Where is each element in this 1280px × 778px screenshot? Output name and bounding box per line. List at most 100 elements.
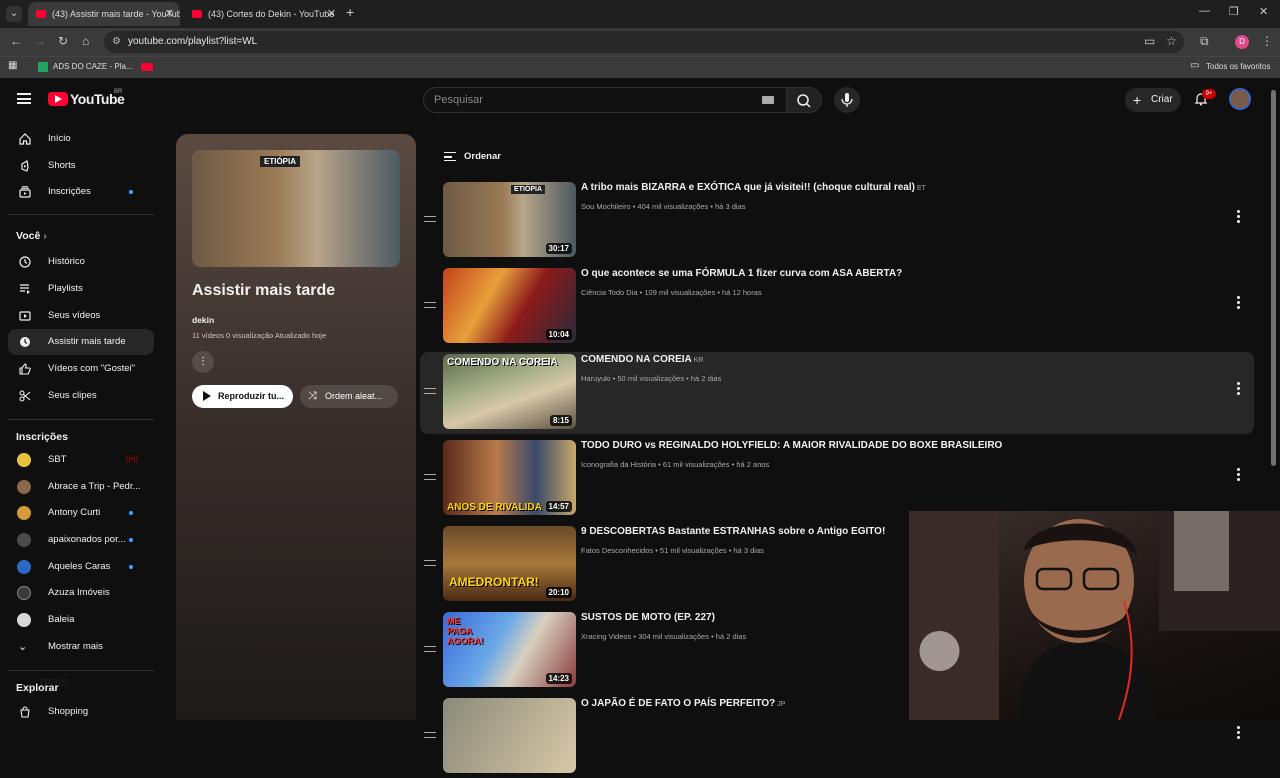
playlist-thumbnail[interactable]: ETIÓPIA bbox=[192, 150, 400, 267]
reload-icon[interactable]: ↻ bbox=[58, 34, 68, 48]
sidebar-item-shorts[interactable]: Shorts bbox=[8, 153, 154, 179]
video-thumbnail[interactable]: ANOS DE RIVALIDA 14:57 bbox=[443, 440, 576, 515]
voice-search-button[interactable] bbox=[834, 87, 860, 113]
drag-handle-icon[interactable] bbox=[424, 216, 436, 222]
close-tab-icon[interactable]: ✕ bbox=[327, 2, 336, 26]
sidebar-sub-abrace-a-trip[interactable]: Abrace a Trip - Pedr... bbox=[8, 474, 154, 500]
playlists-icon bbox=[20, 284, 30, 294]
video-thumbnail[interactable]: 10:04 bbox=[443, 268, 576, 343]
video-title-text: A tribo mais BIZARRA e EXÓTICA que já vi… bbox=[581, 182, 915, 193]
new-tab-icon[interactable]: + bbox=[346, 4, 354, 20]
video-row[interactable]: COMENDO NA COREIA 8:15 COMENDO NA COREIA KR… bbox=[420, 352, 1254, 434]
meta-separator: • bbox=[715, 288, 723, 297]
close-window-icon[interactable]: ✕ bbox=[1259, 5, 1268, 18]
all-bookmarks[interactable]: Todos os favoritos bbox=[1206, 62, 1270, 71]
video-thumbnail[interactable]: ME PAGA AGORA! 14:23 bbox=[443, 612, 576, 687]
sidebar-item-playlists[interactable]: Playlists bbox=[8, 276, 154, 302]
drag-handle-icon[interactable] bbox=[424, 732, 436, 738]
sidebar-item-label: Assistir mais tarde bbox=[48, 336, 126, 347]
sidebar-item-home[interactable]: Início bbox=[8, 126, 154, 152]
channel-name[interactable]: Ciência Todo Dia bbox=[581, 288, 638, 297]
cast-icon[interactable]: ▭ bbox=[1144, 34, 1155, 48]
video-title[interactable]: O que acontece se uma FÓRMULA 1 fizer cu… bbox=[581, 268, 904, 279]
video-thumbnail[interactable] bbox=[443, 698, 576, 773]
profile-avatar[interactable]: D bbox=[1235, 35, 1249, 49]
drag-handle-icon[interactable] bbox=[424, 560, 436, 566]
account-avatar[interactable] bbox=[1229, 88, 1251, 110]
video-thumbnail[interactable]: ETIÓPIA 30:17 bbox=[443, 182, 576, 257]
channel-avatar bbox=[17, 506, 31, 520]
more-options-icon[interactable]: ⋮ bbox=[192, 351, 214, 373]
video-title[interactable]: COMENDO NA COREIA KR bbox=[581, 354, 703, 365]
close-tab-icon[interactable]: ✕ bbox=[165, 2, 174, 26]
video-title[interactable]: A tribo mais BIZARRA e EXÓTICA que já vi… bbox=[581, 182, 926, 193]
sidebar-sub-apaixonados[interactable]: apaixonados por... bbox=[8, 527, 154, 553]
bookmark-star-icon[interactable]: ☆ bbox=[1166, 34, 1177, 48]
channel-name[interactable]: Sou Mochileiro bbox=[581, 202, 631, 211]
tab-search-button[interactable]: ⌄ bbox=[6, 6, 22, 22]
drag-handle-icon[interactable] bbox=[424, 388, 436, 394]
video-row[interactable]: ANOS DE RIVALIDA 14:57 TODO DURO vs REGINA… bbox=[420, 438, 1254, 520]
more-actions-icon[interactable] bbox=[1237, 210, 1241, 224]
extensions-icon[interactable]: ⧉ bbox=[1200, 34, 1209, 49]
apps-grid-icon[interactable]: ▦ bbox=[8, 60, 17, 71]
sidebar-show-more[interactable]: ⌄ Mostrar mais bbox=[8, 634, 154, 660]
browser-menu-icon[interactable]: ⋮ bbox=[1261, 34, 1273, 48]
sidebar-item-your-videos[interactable]: Seus vídeos bbox=[8, 303, 154, 329]
channel-name[interactable]: Iconografia da História bbox=[581, 460, 656, 469]
video-thumbnail[interactable]: COMENDO NA COREIA 8:15 bbox=[443, 354, 576, 429]
sidebar-item-subscriptions[interactable]: Inscrições bbox=[8, 179, 154, 205]
video-title[interactable]: O JAPÃO É DE FATO O PAÍS PERFEITO? JP bbox=[581, 698, 785, 709]
sidebar-sub-azuza-imoveis[interactable]: Azuza Imóveis bbox=[8, 580, 154, 606]
search-input[interactable]: Pesquisar bbox=[423, 87, 787, 113]
playlist-owner[interactable]: dekin bbox=[192, 315, 214, 325]
sidebar-item-liked-videos[interactable]: Vídeos com "Gostei" bbox=[8, 356, 154, 382]
search-button[interactable] bbox=[786, 87, 822, 113]
minimize-icon[interactable]: — bbox=[1199, 5, 1210, 17]
site-info-icon[interactable]: ⚙ bbox=[112, 31, 121, 53]
sidebar-sub-aqueles-caras[interactable]: Aqueles Caras bbox=[8, 554, 154, 580]
video-row[interactable]: ETIÓPIA 30:17 A tribo mais BIZARRA e EXÓTI… bbox=[420, 180, 1254, 262]
youtube-logo-icon[interactable] bbox=[48, 92, 68, 106]
sidebar-header-you[interactable]: Você › bbox=[16, 230, 47, 242]
more-actions-icon[interactable] bbox=[1237, 296, 1241, 310]
video-title[interactable]: 9 DESCOBERTAS Bastante ESTRANHAS sobre o… bbox=[581, 526, 887, 537]
more-actions-icon[interactable] bbox=[1237, 726, 1241, 740]
channel-name[interactable]: Haruyuki bbox=[581, 374, 611, 383]
play-all-button[interactable]: Reproduzir tu... bbox=[192, 385, 293, 408]
video-title[interactable]: SUSTOS DE MOTO (EP. 227) bbox=[581, 612, 717, 623]
forward-icon[interactable]: → bbox=[34, 34, 46, 48]
video-row[interactable]: 10:04 O que acontece se uma FÓRMULA 1 fiz… bbox=[420, 266, 1254, 348]
back-icon[interactable]: ← bbox=[10, 34, 22, 48]
drag-handle-icon[interactable] bbox=[424, 302, 436, 308]
page-scrollbar[interactable] bbox=[1271, 90, 1276, 466]
menu-icon[interactable] bbox=[17, 93, 31, 104]
keyboard-icon[interactable] bbox=[762, 96, 774, 104]
home-icon[interactable]: ⌂ bbox=[82, 34, 89, 48]
sidebar-sub-sbt[interactable]: SBT ((•)) bbox=[8, 447, 154, 473]
sidebar-sub-baleia[interactable]: Baleia bbox=[8, 607, 154, 633]
play-icon bbox=[203, 391, 211, 401]
channel-name[interactable]: Fatos Desconhecidos bbox=[581, 546, 653, 555]
shuffle-button[interactable]: ⤨ Ordem aleat... bbox=[300, 385, 398, 408]
sidebar-item-watch-later[interactable]: Assistir mais tarde bbox=[8, 329, 154, 355]
video-thumbnail[interactable]: AMEDRONTAR! 20:10 bbox=[443, 526, 576, 601]
video-title[interactable]: TODO DURO vs REGINALDO HOLYFIELD: A MAIO… bbox=[581, 440, 1004, 451]
create-button[interactable]: + Criar bbox=[1125, 88, 1181, 112]
drag-handle-icon[interactable] bbox=[424, 474, 436, 480]
restore-icon[interactable]: ❐ bbox=[1229, 5, 1239, 18]
browser-tab-active[interactable]: (43) Assistir mais tarde - YouTube ✕ bbox=[28, 2, 180, 26]
more-actions-icon[interactable] bbox=[1237, 468, 1241, 482]
drag-handle-icon[interactable] bbox=[424, 646, 436, 652]
sidebar-item-history[interactable]: Histórico bbox=[8, 249, 154, 275]
youtube-bookmark-icon[interactable] bbox=[141, 63, 153, 71]
url-field[interactable]: ⚙ youtube.com/playlist?list=WL bbox=[104, 31, 1184, 53]
bookmark-item[interactable]: ADS DO CAZE - Pla... bbox=[53, 62, 133, 71]
channel-name[interactable]: Xracing Videos bbox=[581, 632, 631, 641]
more-actions-icon[interactable] bbox=[1237, 382, 1241, 396]
browser-tab[interactable]: (43) Cortes do Dekin - YouTube ✕ bbox=[184, 2, 342, 26]
sidebar-sub-antony-curti[interactable]: Antony Curti bbox=[8, 500, 154, 526]
sort-button[interactable]: Ordenar bbox=[444, 151, 501, 162]
sidebar-item-clips[interactable]: Seus clipes bbox=[8, 383, 154, 409]
sidebar-item-shopping[interactable]: Shopping bbox=[8, 699, 154, 725]
